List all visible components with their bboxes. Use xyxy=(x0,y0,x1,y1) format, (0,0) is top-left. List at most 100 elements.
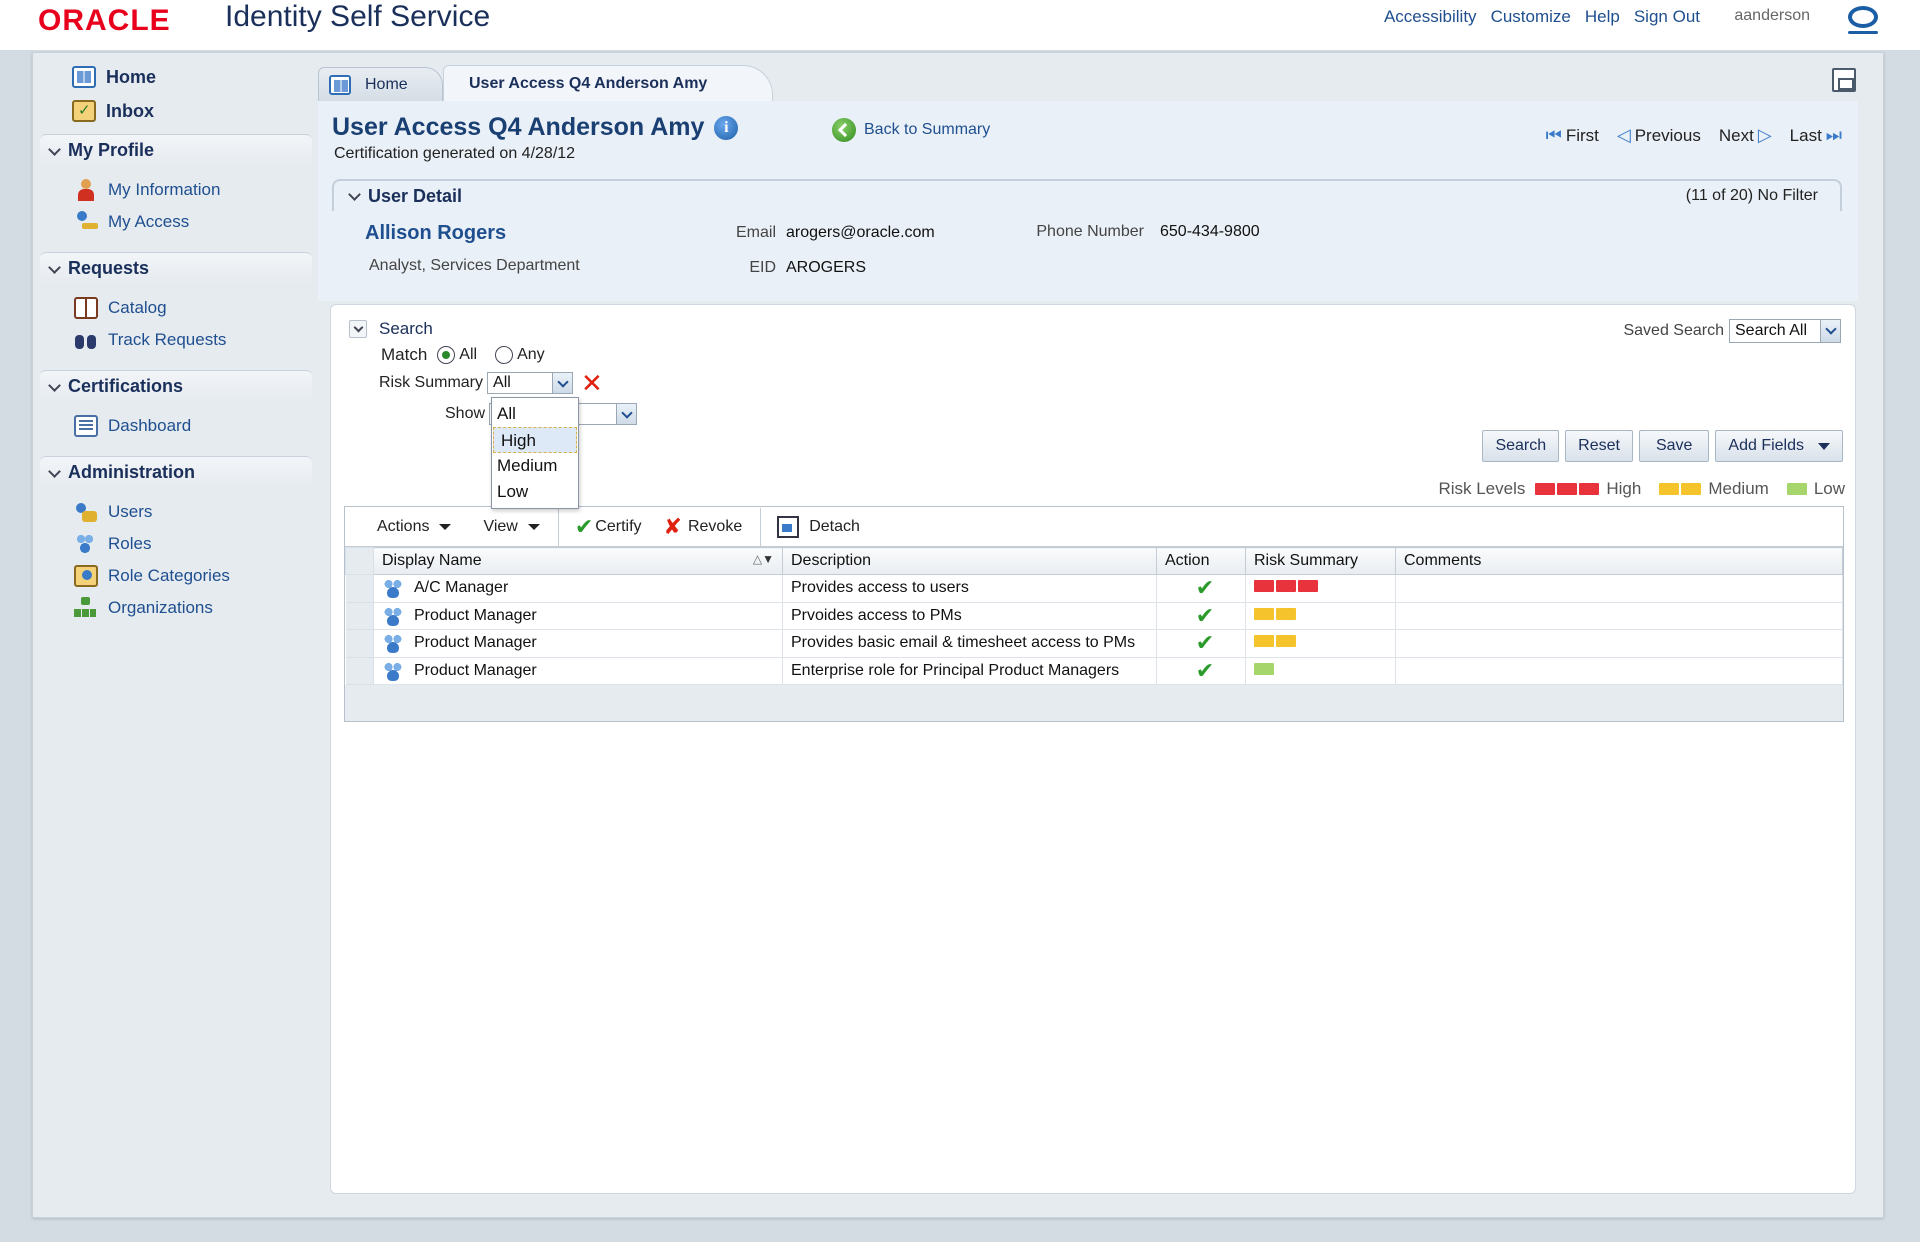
sidebar-item-my-access[interactable]: My Access xyxy=(40,206,312,238)
saved-search: Saved Search Search All xyxy=(1623,319,1841,343)
certified-checkmark-icon[interactable]: ✔ xyxy=(1165,658,1245,684)
column-header-risk-summary[interactable]: Risk Summary xyxy=(1245,547,1396,575)
user-name[interactable]: Allison Rogers xyxy=(365,222,506,245)
match-any-radio[interactable] xyxy=(495,346,514,364)
sign-out-link[interactable]: Sign Out xyxy=(1634,7,1700,27)
reset-button[interactable]: Reset xyxy=(1565,430,1633,462)
chevron-down-icon xyxy=(616,404,637,424)
cell-comments[interactable] xyxy=(1395,657,1843,685)
table-row[interactable]: Product Manager Prvoides access to PMs ✔ xyxy=(345,602,1843,630)
column-header-comments[interactable]: Comments xyxy=(1395,547,1843,575)
risk-medium-swatch xyxy=(1276,635,1296,648)
certified-checkmark-icon[interactable]: ✔ xyxy=(1165,575,1245,601)
table-row[interactable]: Product Manager Provides basic email & ti… xyxy=(345,629,1843,658)
dropdown-option-low[interactable]: Low xyxy=(492,479,578,505)
row-selector[interactable] xyxy=(345,602,374,630)
column-header-display-name[interactable]: Display Name △▼ xyxy=(373,547,783,575)
global-header: ORACLE Identity Self Service Accessibili… xyxy=(0,0,1920,50)
row-selector[interactable] xyxy=(345,657,374,685)
cell-comments[interactable] xyxy=(1395,574,1843,603)
sort-icon[interactable]: △▼ xyxy=(753,552,774,566)
sidebar-item-catalog[interactable]: Catalog xyxy=(40,292,312,324)
tab-home[interactable]: Home xyxy=(318,67,443,101)
add-fields-button[interactable]: Add Fields xyxy=(1715,430,1843,462)
certified-checkmark-icon[interactable]: ✔ xyxy=(1165,603,1245,629)
cell-risk-summary xyxy=(1245,629,1396,658)
info-icon[interactable]: i xyxy=(714,115,739,140)
detach-button[interactable]: Detach xyxy=(777,515,860,538)
role-name: Product Manager xyxy=(414,661,537,679)
first-button[interactable]: ⏮ First xyxy=(1546,125,1599,146)
match-all-radio[interactable] xyxy=(437,346,456,364)
sidebar-item-label: My Information xyxy=(108,180,221,199)
help-link[interactable]: Help xyxy=(1585,7,1620,27)
checkmark-icon: ✔ xyxy=(574,513,594,539)
revoke-label: Revoke xyxy=(687,517,743,535)
key-person-icon xyxy=(74,211,98,233)
save-button[interactable]: Save xyxy=(1638,430,1710,462)
section-header-certifications[interactable]: Certifications xyxy=(40,370,312,402)
cell-comments[interactable] xyxy=(1395,602,1843,630)
table-row[interactable]: A/C Manager Provides access to users ✔ xyxy=(345,574,1843,603)
sidebar-item-label: Home xyxy=(106,66,157,87)
actions-menu[interactable]: Actions xyxy=(377,517,452,536)
sidebar-item-home[interactable]: Home xyxy=(40,60,312,94)
sidebar-item-users[interactable]: Users xyxy=(40,496,312,528)
section-header-requests[interactable]: Requests xyxy=(40,252,312,284)
user-detail-header[interactable]: User Detail (11 of 20) No Filter xyxy=(332,179,1842,211)
risk-low-swatch xyxy=(1786,483,1807,495)
user-detail-count: (11 of 20) No Filter xyxy=(1685,187,1818,204)
sidebar-item-my-information[interactable]: My Information xyxy=(40,174,312,206)
search-button[interactable]: Search xyxy=(1482,430,1560,462)
sidebar-item-roles[interactable]: Roles xyxy=(40,528,312,560)
section-header-administration[interactable]: Administration xyxy=(40,456,312,488)
sidebar-item-track-requests[interactable]: Track Requests xyxy=(40,324,312,356)
dropdown-option-medium[interactable]: Medium xyxy=(492,453,578,479)
accessibility-link[interactable]: Accessibility xyxy=(1384,7,1477,27)
risk-summary-row: Risk Summary All ✕ xyxy=(379,370,603,396)
actions-label: Actions xyxy=(377,517,430,535)
column-header-action[interactable]: Action xyxy=(1156,547,1246,575)
sidebar-item-role-categories[interactable]: Role Categories xyxy=(40,560,312,592)
certify-button[interactable]: ✔ Certify xyxy=(575,514,642,540)
section-title: My Profile xyxy=(68,140,155,160)
view-menu[interactable]: View xyxy=(483,518,540,536)
last-button[interactable]: Last ⏭ xyxy=(1790,125,1842,146)
tab-user-access[interactable]: User Access Q4 Anderson Amy xyxy=(443,65,773,101)
section-header-my-profile[interactable]: My Profile xyxy=(40,134,312,166)
row-selector[interactable] xyxy=(345,574,374,603)
back-to-summary-link[interactable]: Back to Summary xyxy=(832,118,990,142)
next-button[interactable]: Next ▷ xyxy=(1719,125,1772,146)
row-selector[interactable] xyxy=(345,629,374,658)
sidebar: Home Inbox My Profile My Information My … xyxy=(40,60,312,632)
sidebar-item-dashboard[interactable]: Dashboard xyxy=(40,410,312,442)
next-label: Next xyxy=(1718,125,1754,145)
table-row[interactable]: Product Manager Enterprise role for Princ… xyxy=(345,657,1843,685)
detach-window-icon[interactable] xyxy=(1832,68,1856,92)
certified-checkmark-icon[interactable]: ✔ xyxy=(1165,630,1245,656)
saved-search-select[interactable]: Search All xyxy=(1729,319,1841,343)
column-header-description[interactable]: Description xyxy=(782,547,1157,575)
revoke-button[interactable]: ✘ Revoke xyxy=(664,514,743,540)
back-arrow-icon xyxy=(832,118,856,142)
detach-icon xyxy=(777,515,800,538)
previous-button[interactable]: ◁ Previous xyxy=(1617,125,1701,146)
first-label: First xyxy=(1565,125,1599,145)
risk-summary-select[interactable]: All xyxy=(487,372,574,394)
sidebar-item-organizations[interactable]: Organizations xyxy=(40,592,312,624)
match-row: Match All Any xyxy=(381,345,545,365)
risk-summary-dropdown: All High Medium Low xyxy=(491,397,579,509)
customize-link[interactable]: Customize xyxy=(1491,7,1571,27)
sidebar-item-inbox[interactable]: Inbox xyxy=(40,94,312,128)
results-table-container: Actions View ✔ Certify ✘ Revoke Detach D… xyxy=(344,506,1844,722)
dropdown-option-high[interactable]: High xyxy=(493,427,577,453)
remove-criterion-icon[interactable]: ✕ xyxy=(581,370,603,396)
sidebar-item-label: Dashboard xyxy=(108,416,192,435)
row-selector-header xyxy=(345,547,374,575)
cell-display-name: Product Manager xyxy=(373,629,783,658)
cell-comments[interactable] xyxy=(1395,629,1843,658)
oracle-logo: ORACLE xyxy=(38,4,171,37)
phone-value: 650-434-9800 xyxy=(1160,223,1260,240)
dropdown-option-all[interactable]: All xyxy=(492,401,578,427)
search-header[interactable]: Search xyxy=(349,319,433,339)
